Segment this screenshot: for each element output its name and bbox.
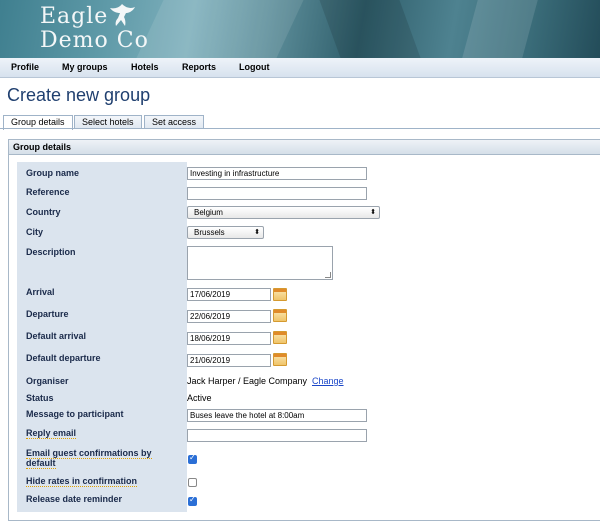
city-select[interactable]: Brussels ⬍ [187,226,264,239]
calendar-icon[interactable] [273,331,287,344]
arrival-date-input[interactable]: 17/06/2019 [187,288,271,301]
country-select-value: Belgium [194,208,223,217]
hide-rates-checkbox[interactable] [188,478,197,487]
label-default-departure: Default departure [26,353,101,363]
city-select-value: Brussels [194,228,225,237]
calendar-icon[interactable] [273,288,287,301]
country-select[interactable]: Belgium ⬍ [187,206,380,219]
label-arrival: Arrival [26,287,55,297]
default-departure-date-input[interactable]: 21/06/2019 [187,354,271,367]
release-reminder-checkbox[interactable] [188,495,197,506]
label-default-arrival: Default arrival [26,331,87,341]
label-release-reminder: Release date reminder [26,494,123,504]
select-arrows-icon: ⬍ [370,209,376,216]
label-organiser: Organiser [26,376,69,386]
label-group-name: Group name [26,168,80,178]
nav-logout[interactable]: Logout [239,62,270,72]
main-nav: Profile My groups Hotels Reports Logout [0,58,600,78]
change-organiser-link[interactable]: Change [312,376,344,386]
header-banner: Eagle Demo Co [0,0,600,58]
reply-email-input[interactable] [187,429,367,442]
label-city: City [26,227,44,237]
resize-handle-icon[interactable] [325,272,331,278]
panel-title: Group details [13,142,72,152]
default-arrival-date-input[interactable]: 18/06/2019 [187,332,271,345]
message-input[interactable]: Buses leave the hotel at 8:00am [187,409,367,422]
nav-profile[interactable]: Profile [11,62,39,72]
group-name-input[interactable]: Investing in infrastructure [187,167,367,180]
description-textarea[interactable] [187,246,333,280]
tab-set-access[interactable]: Set access [144,115,205,129]
select-arrows-icon: ⬍ [254,229,260,236]
tab-divider [0,128,600,129]
panel-header: Group details [9,140,600,155]
departure-date-input[interactable]: 22/06/2019 [187,310,271,323]
label-reply-email: Reply email [26,428,77,439]
label-status: Status [26,393,54,403]
logo-text-line1: Eagle [40,4,109,29]
label-departure: Departure [26,309,69,319]
label-message: Message to participant [26,409,124,419]
reference-input[interactable] [187,187,367,200]
status-value: Active [187,393,212,403]
label-reference: Reference [26,187,70,197]
email-confirm-checkbox[interactable] [188,453,197,464]
calendar-icon[interactable] [273,309,287,322]
label-hide-rates: Hide rates in confirmation [26,476,138,487]
banner-decoration [462,0,538,58]
calendar-icon[interactable] [273,353,287,366]
tab-select-hotels[interactable]: Select hotels [74,115,142,129]
nav-reports[interactable]: Reports [182,62,216,72]
eagle-logo-icon [110,4,135,26]
label-email-confirm-line2: default [26,458,56,469]
logo-text-line2: Demo Co [40,28,149,53]
banner-decoration [319,0,421,58]
label-country: Country [26,207,61,217]
nav-hotels[interactable]: Hotels [131,62,159,72]
nav-my-groups[interactable]: My groups [62,62,108,72]
organiser-value: Jack Harper / Eagle Company [187,376,308,386]
banner-decoration [136,0,304,58]
label-description: Description [26,247,76,257]
page-title: Create new group [7,85,151,105]
